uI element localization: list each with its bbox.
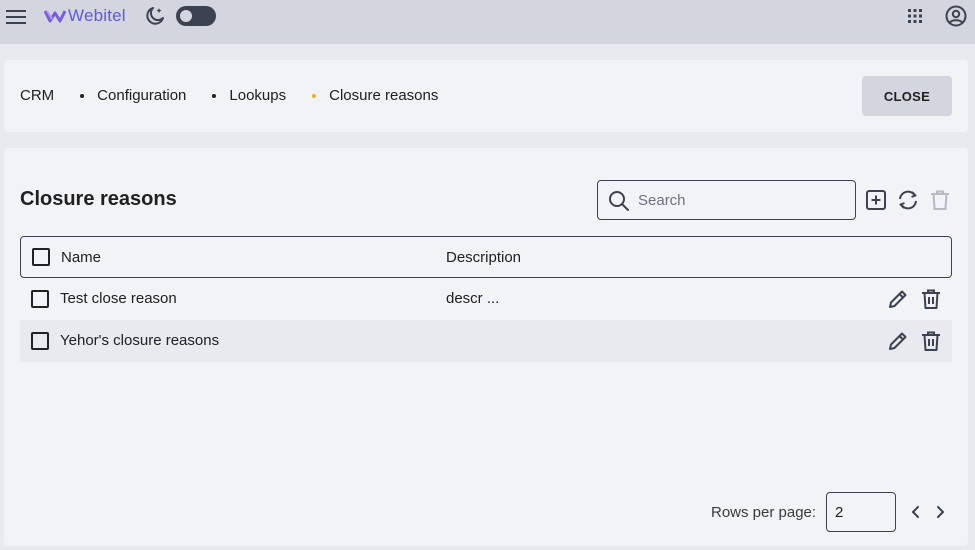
select-all-checkbox[interactable] (32, 248, 50, 266)
breadcrumb-separator (212, 93, 217, 98)
refresh-icon[interactable] (896, 189, 920, 211)
breadcrumb-separator-active (312, 93, 317, 98)
search-input[interactable] (638, 189, 843, 211)
delete-icon (931, 190, 949, 210)
breadcrumb-item-lookups[interactable]: Lookups (229, 87, 286, 104)
edit-icon[interactable] (887, 288, 909, 310)
row-name: Yehor's closure reasons (60, 332, 220, 349)
breadcrumb: CRM Configuration Lookups Closure reason… (20, 87, 438, 104)
apps-grid-icon[interactable] (905, 6, 925, 26)
account-icon[interactable] (944, 4, 968, 28)
row-description: descr ... (446, 290, 500, 307)
logo-icon (44, 10, 66, 23)
page-title: Closure reasons (20, 188, 177, 210)
row-name: Test close reason (60, 290, 177, 307)
column-header-description[interactable]: Description (446, 249, 521, 266)
chevron-left-icon[interactable] (908, 502, 924, 522)
trash-icon[interactable] (920, 288, 942, 310)
table-row[interactable]: Yehor's closure reasons (20, 320, 952, 362)
search-field[interactable] (597, 180, 856, 220)
column-header-name[interactable]: Name (61, 249, 101, 266)
rows-per-page-label: Rows per page: (711, 504, 817, 521)
breadcrumb-separator (80, 93, 85, 98)
table-header: Name Description (20, 236, 952, 278)
rows-per-page-input[interactable] (826, 492, 896, 532)
add-icon[interactable] (865, 189, 887, 211)
breadcrumb-item-configuration[interactable]: Configuration (97, 87, 186, 104)
row-checkbox[interactable] (31, 332, 49, 350)
trash-icon[interactable] (920, 330, 942, 352)
moon-icon (146, 7, 164, 25)
toggle-knob (180, 10, 192, 22)
search-icon (609, 191, 629, 211)
edit-icon[interactable] (887, 330, 909, 352)
chevron-right-icon[interactable] (932, 502, 948, 522)
webitel-logo[interactable]: Webitel (44, 4, 126, 28)
close-button[interactable]: CLOSE (862, 76, 952, 116)
theme-toggle[interactable] (176, 6, 216, 26)
breadcrumb-item-closure-reasons: Closure reasons (329, 87, 439, 104)
breadcrumb-item-crm[interactable]: CRM (20, 87, 54, 104)
main-content-card: Closure reasons Name Description Test cl… (4, 148, 968, 546)
logo-text: Webitel (68, 6, 126, 25)
top-app-bar: Webitel (0, 0, 975, 44)
row-checkbox[interactable] (31, 290, 49, 308)
breadcrumb-card: CRM Configuration Lookups Closure reason… (4, 60, 968, 132)
table-row[interactable]: Test close reason descr ... (20, 278, 952, 320)
menu-icon[interactable] (6, 6, 28, 28)
